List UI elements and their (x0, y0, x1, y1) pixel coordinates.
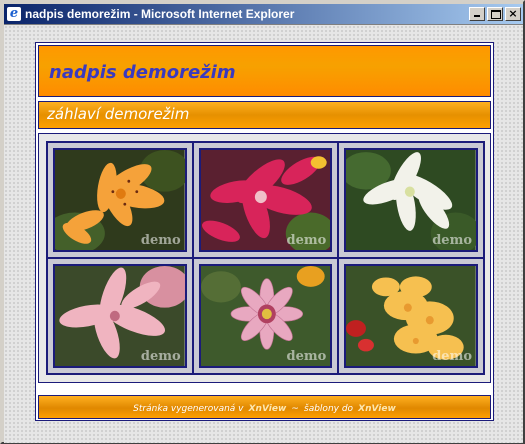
footer-text-templates: šablony do (304, 404, 354, 414)
thumbnail-grid: demo demo demo demo demo demo (46, 141, 485, 375)
gallery-cell: demo (338, 258, 484, 374)
thumbnail-gazania[interactable]: demo (198, 264, 333, 368)
close-button[interactable]: × (505, 7, 521, 21)
internet-explorer-icon: e (7, 7, 21, 21)
gallery-cell: demo (47, 258, 193, 374)
maximize-button[interactable] (487, 7, 503, 21)
watermark-text: demo (432, 349, 472, 364)
gallery-cell: demo (338, 142, 484, 258)
watermark-text: demo (140, 349, 181, 364)
xnview-link[interactable]: XnView (249, 404, 287, 414)
gallery-cell: demo (192, 258, 339, 374)
watermark-text: demo (140, 233, 181, 248)
page-title: nadpis demorežim (49, 62, 236, 83)
title-bar[interactable]: e nadpis demorežim - Microsoft Internet … (4, 4, 523, 24)
thumbnail-white-lily[interactable]: demo (344, 148, 478, 252)
thumbnail-pink-lily[interactable]: demo (53, 264, 187, 368)
thumbnail-gallery: demo demo demo demo demo demo (38, 133, 491, 383)
thumbnail-red-lily[interactable]: demo (198, 148, 333, 252)
gallery-cell: demo (192, 142, 339, 258)
page-header: nadpis demorežim (38, 45, 491, 97)
page-subtitle: záhlaví demorežim (47, 105, 190, 123)
watermark-text: demo (286, 349, 327, 364)
window-controls: × (467, 7, 521, 21)
thumbnail-orange-lily[interactable]: demo (53, 148, 187, 252)
xnview-templates-link[interactable]: XnView (358, 404, 396, 414)
gallery-cell: demo (47, 142, 193, 258)
window-title: nadpis demorežim - Microsoft Internet Ex… (25, 7, 295, 21)
footer-separator: ~ (291, 404, 299, 414)
minimize-button[interactable] (469, 7, 485, 21)
footer-text: Stránka vygenerovaná v (133, 404, 244, 414)
page-container: nadpis demorežim záhlaví demorežim demo … (35, 42, 494, 421)
page-footer: Stránka vygenerovaná v XnView ~ šablony … (38, 395, 491, 419)
browser-window: e nadpis demorežim - Microsoft Internet … (0, 0, 525, 444)
thumbnail-yellow-gladiolus[interactable]: demo (344, 264, 478, 368)
page-viewport[interactable]: nadpis demorežim záhlaví demorežim demo … (4, 24, 523, 443)
watermark-text: demo (432, 233, 472, 248)
watermark-text: demo (286, 233, 327, 248)
page-subheader: záhlaví demorežim (38, 101, 491, 129)
